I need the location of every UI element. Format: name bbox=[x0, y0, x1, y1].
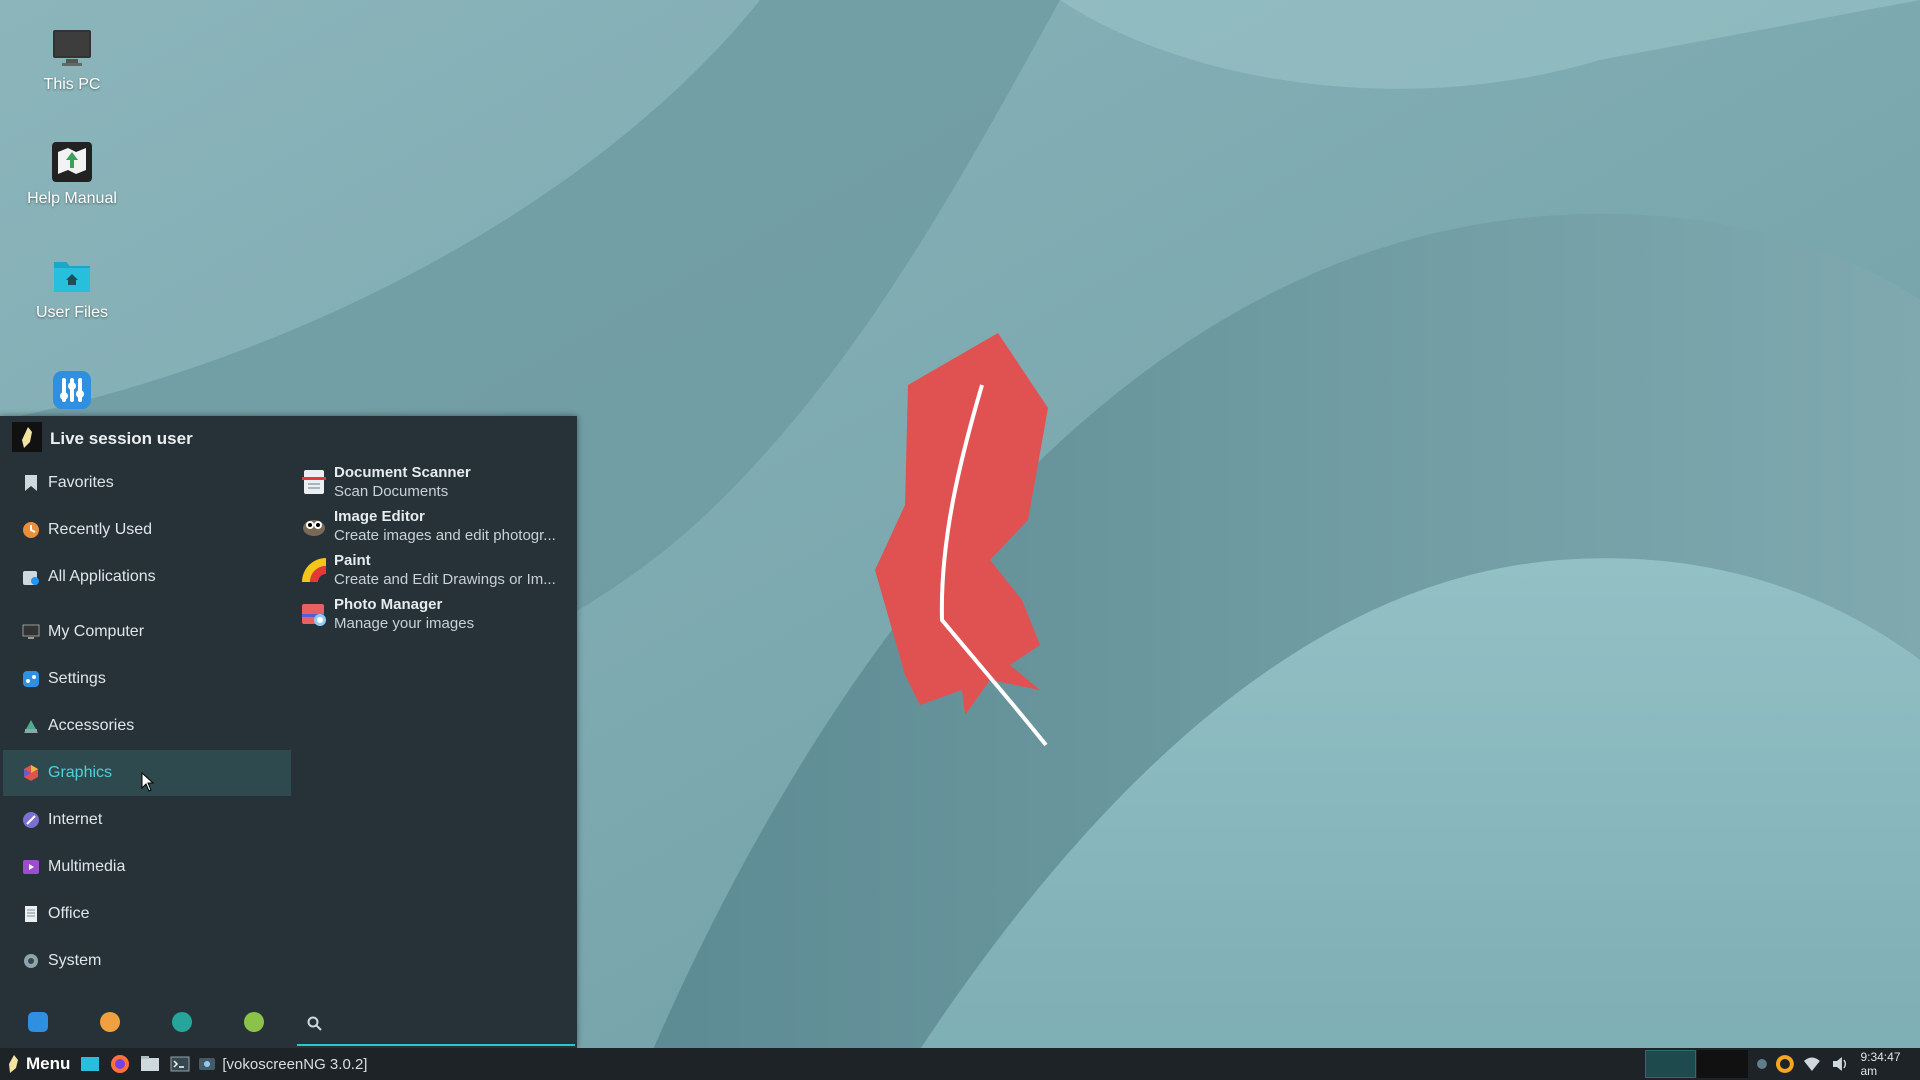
menu-button-label: Menu bbox=[26, 1054, 71, 1073]
desktop-icon-label: Help Manual bbox=[27, 190, 117, 207]
menu-user-header: Live session user bbox=[12, 421, 193, 457]
category-list: Favorites Recently Used All Applications… bbox=[3, 460, 291, 985]
taskbar-task-vokoscreen[interactable]: [vokoscreenNG 3.0.2] bbox=[198, 1055, 367, 1073]
clock[interactable]: 9:34:47 am bbox=[1860, 1050, 1920, 1078]
accessories-icon bbox=[24, 720, 38, 733]
category-multimedia[interactable]: Multimedia bbox=[3, 844, 291, 890]
user-avatar-icon bbox=[12, 421, 42, 457]
category-label: All Applications bbox=[48, 568, 156, 585]
graphics-icon bbox=[24, 765, 38, 781]
menu-bottom-bar bbox=[0, 998, 577, 1046]
task-label: [vokoscreenNG 3.0.2] bbox=[222, 1055, 368, 1073]
vokoscreen-icon bbox=[199, 1058, 216, 1070]
update-manager-icon[interactable] bbox=[1775, 1054, 1795, 1074]
app-description: Create and Edit Drawings or Im... bbox=[334, 571, 556, 588]
settings-icon bbox=[23, 671, 39, 687]
internet-icon bbox=[23, 812, 39, 828]
app-list: Document Scanner Scan Documents Image Ed… bbox=[300, 460, 570, 636]
app-paint[interactable]: Paint Create and Edit Drawings or Im... bbox=[300, 548, 570, 592]
desktop-icon-help-manual[interactable]: Help Manual bbox=[12, 140, 132, 208]
app-image-editor[interactable]: Image Editor Create images and edit phot… bbox=[300, 504, 570, 548]
computer-icon bbox=[22, 624, 40, 639]
category-label: Settings bbox=[48, 670, 106, 687]
app-name: Photo Manager bbox=[334, 596, 443, 613]
category-all-applications[interactable]: All Applications bbox=[3, 554, 291, 600]
logout-icon[interactable] bbox=[244, 1012, 264, 1032]
app-description: Manage your images bbox=[334, 615, 475, 632]
desktop-icon-user-files[interactable]: User Files bbox=[12, 254, 132, 322]
app-name: Image Editor bbox=[334, 508, 425, 525]
help-manual-icon bbox=[50, 140, 94, 184]
category-internet[interactable]: Internet bbox=[3, 797, 291, 843]
system-tray: 9:34:47 am bbox=[1755, 1048, 1920, 1080]
settings-icon[interactable] bbox=[28, 1012, 48, 1032]
recent-icon bbox=[23, 522, 39, 538]
category-system[interactable]: System bbox=[3, 938, 291, 984]
category-label: Office bbox=[48, 905, 90, 922]
category-label: Accessories bbox=[48, 717, 135, 734]
search-input[interactable] bbox=[297, 1006, 575, 1046]
category-settings[interactable]: Settings bbox=[3, 656, 291, 702]
category-accessories[interactable]: Accessories bbox=[3, 703, 291, 749]
office-icon bbox=[25, 906, 37, 922]
settings-app-icon bbox=[50, 368, 94, 412]
app-name: Paint bbox=[334, 552, 371, 569]
user-icon[interactable] bbox=[172, 1012, 192, 1032]
monitor-icon bbox=[50, 26, 94, 70]
system-icon bbox=[24, 954, 38, 968]
multimedia-icon bbox=[23, 860, 39, 874]
start-menu: Live session user Favorites Recently Use… bbox=[0, 416, 577, 1048]
app-description: Scan Documents bbox=[334, 483, 449, 500]
paint-icon bbox=[302, 558, 326, 582]
home-folder-icon bbox=[50, 254, 94, 298]
wifi-icon[interactable] bbox=[1803, 1056, 1821, 1072]
category-label: Recently Used bbox=[48, 521, 153, 538]
lock-icon[interactable] bbox=[100, 1012, 120, 1032]
category-label: Graphics bbox=[48, 764, 113, 781]
menu-user-name: Live session user bbox=[50, 429, 193, 448]
file-manager-icon[interactable] bbox=[140, 1054, 160, 1074]
taskbar: Menu [vokoscreenNG 3.0.2] 9:34:47 am bbox=[0, 1048, 1920, 1080]
workspace-2[interactable] bbox=[1697, 1050, 1748, 1078]
tray-dot-icon[interactable] bbox=[1755, 1057, 1769, 1071]
app-photo-manager[interactable]: Photo Manager Manage your images bbox=[300, 592, 570, 636]
app-description: Create images and edit photogr... bbox=[334, 527, 556, 544]
category-label: Internet bbox=[48, 811, 103, 828]
category-label: System bbox=[48, 952, 102, 969]
desktop-icon-settings-app[interactable] bbox=[12, 368, 132, 418]
desktop-icon-label: User Files bbox=[35, 304, 108, 321]
menu-button[interactable]: Menu bbox=[0, 1048, 70, 1080]
category-label: My Computer bbox=[48, 623, 145, 640]
category-favorites[interactable]: Favorites bbox=[3, 460, 291, 506]
category-recently-used[interactable]: Recently Used bbox=[3, 507, 291, 553]
show-desktop-icon[interactable] bbox=[80, 1054, 100, 1074]
terminal-icon[interactable] bbox=[170, 1054, 190, 1074]
category-label: Favorites bbox=[48, 474, 114, 491]
app-name: Document Scanner bbox=[334, 464, 471, 481]
desktop-icon-this-pc[interactable]: This PC bbox=[12, 26, 132, 94]
volume-icon[interactable] bbox=[1831, 1056, 1849, 1072]
all-apps-icon bbox=[23, 571, 39, 585]
feather-menu-icon bbox=[9, 1055, 18, 1073]
workspace-1[interactable] bbox=[1645, 1050, 1696, 1078]
app-document-scanner[interactable]: Document Scanner Scan Documents bbox=[300, 460, 570, 504]
category-office[interactable]: Office bbox=[3, 891, 291, 937]
mouse-cursor-icon bbox=[141, 772, 155, 792]
category-label: Multimedia bbox=[48, 858, 126, 875]
category-my-computer[interactable]: My Computer bbox=[3, 609, 291, 655]
photo-manager-icon bbox=[302, 604, 326, 626]
search-icon bbox=[307, 1016, 322, 1031]
scanner-icon bbox=[302, 470, 326, 494]
gimp-icon bbox=[303, 520, 325, 536]
bookmark-icon bbox=[25, 475, 37, 491]
desktop-icon-label: This PC bbox=[43, 76, 101, 93]
firefox-icon[interactable] bbox=[110, 1054, 130, 1074]
